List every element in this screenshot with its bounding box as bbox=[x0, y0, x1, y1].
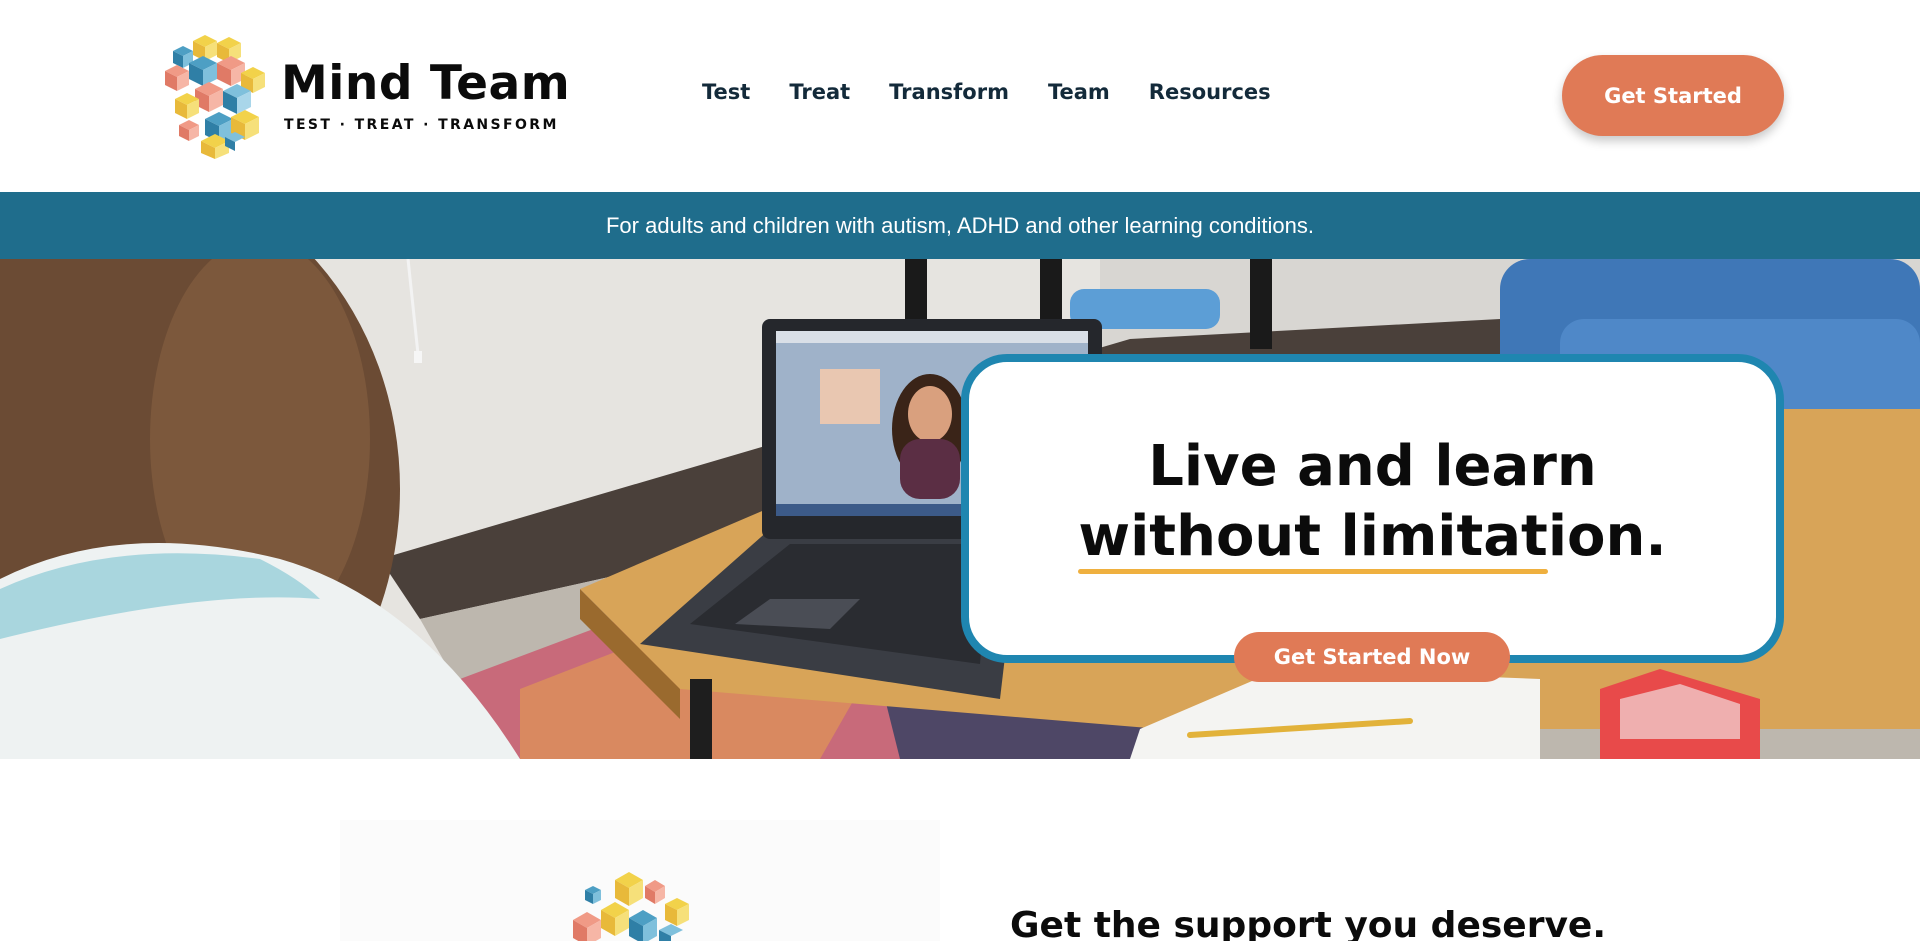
headline-underline bbox=[1078, 569, 1549, 574]
brand-name: Mind Team bbox=[281, 56, 571, 111]
support-section: Get the support you deserve. bbox=[0, 759, 1920, 941]
hero-section: Live and learn without limitation. Get S… bbox=[0, 259, 1920, 759]
nav-item-transform[interactable]: Transform bbox=[889, 80, 1009, 104]
hero-headline-line2: without limitation. bbox=[1078, 504, 1667, 569]
hero-headline-line1: Live and learn bbox=[1148, 434, 1597, 499]
announcement-bar: For adults and children with autism, ADH… bbox=[0, 192, 1920, 259]
nav-item-test[interactable]: Test bbox=[702, 80, 750, 104]
cube-head-logo-icon bbox=[165, 35, 265, 159]
brand-logo[interactable]: Mind Team TEST · TREAT · TRANSFORM bbox=[165, 33, 570, 159]
brand-tagline: TEST · TREAT · TRANSFORM bbox=[284, 117, 559, 133]
announcement-text: For adults and children with autism, ADH… bbox=[605, 212, 1315, 238]
site-header: Mind Team TEST · TREAT · TRANSFORM Test … bbox=[0, 0, 1920, 192]
hero-headline-line2-wrap: without limitation. bbox=[1078, 502, 1667, 574]
get-started-now-button[interactable]: Get Started Now bbox=[1234, 632, 1510, 682]
get-started-button[interactable]: Get Started bbox=[1562, 55, 1784, 136]
cube-cluster-logo-icon bbox=[573, 872, 689, 941]
section-heading: Get the support you deserve. bbox=[1010, 905, 1607, 941]
hero-card: Live and learn without limitation. bbox=[961, 354, 1784, 663]
nav-item-team[interactable]: Team bbox=[1048, 80, 1110, 104]
nav-item-treat[interactable]: Treat bbox=[789, 80, 850, 104]
hero-headline: Live and learn without limitation. bbox=[969, 432, 1776, 574]
main-nav: Test Treat Transform Team Resources bbox=[702, 80, 1271, 104]
nav-item-resources[interactable]: Resources bbox=[1149, 80, 1271, 104]
